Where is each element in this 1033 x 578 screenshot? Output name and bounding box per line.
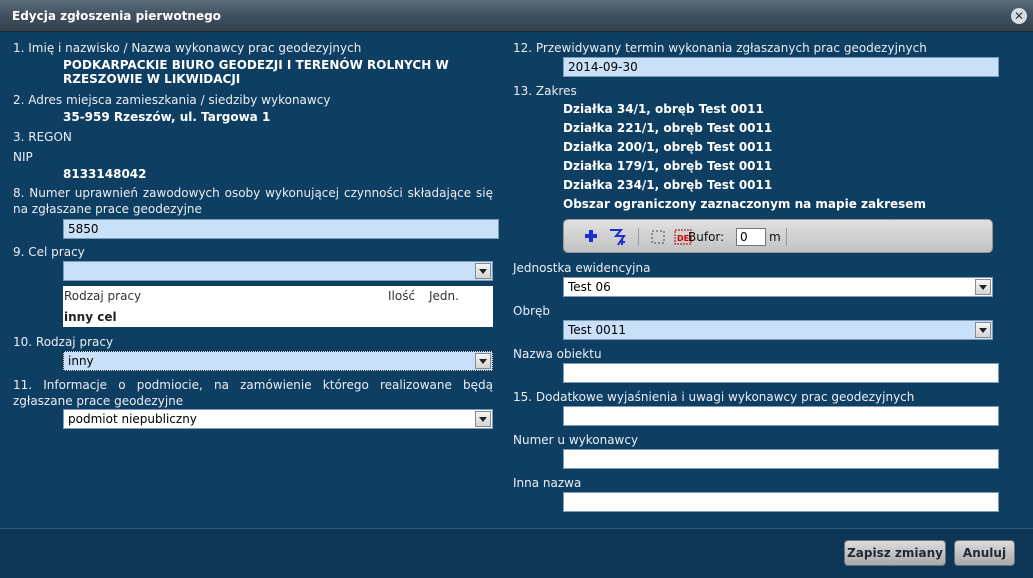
nip-label: NIP — [13, 150, 33, 164]
client-type-value: podmiot niepubliczny — [68, 412, 197, 426]
regon-label: 3. REGON — [13, 130, 72, 144]
other-name-input[interactable] — [563, 492, 999, 512]
column-header-quantity: Ilość — [388, 289, 416, 303]
draw-polygon-icon[interactable] — [606, 225, 630, 252]
object-name-label: Nazwa obiektu — [513, 347, 602, 361]
add-plus-icon[interactable] — [584, 229, 598, 246]
chevron-down-icon[interactable] — [475, 263, 491, 279]
due-date-label: 12. Przewidywany termin wykonania zgłasz… — [513, 41, 927, 55]
contractor-name-value: PODKARPACKIE BIURO GEODEZJI I TERENÓW RO… — [63, 58, 449, 86]
window-title: Edycja zgłoszenia pierwotnego — [12, 9, 221, 23]
map-scope-toolbar: DEL Bufor: 0 m — [563, 219, 993, 253]
registry-unit-select[interactable]: Test 06 — [563, 277, 993, 297]
client-info-label: 11. Informacje o podmiocie, na zamówieni… — [13, 378, 493, 408]
scope-item: Działka 234/1, obręb Test 0011 — [563, 178, 773, 192]
buffer-unit: m — [769, 230, 781, 244]
work-purpose-select[interactable] — [63, 261, 493, 281]
cancel-button[interactable]: Anuluj — [954, 540, 1015, 566]
window-titlebar: Edycja zgłoszenia pierwotnego ✕ — [0, 0, 1033, 32]
column-header-unit: Jedn. — [429, 289, 459, 303]
select-rectangle-icon[interactable] — [651, 230, 665, 247]
registry-unit-value: Test 06 — [568, 280, 611, 294]
precinct-label: Obręb — [513, 304, 550, 318]
nip-value: 8133148042 — [63, 167, 147, 181]
scope-item: Działka 200/1, obręb Test 0011 — [563, 140, 773, 154]
scope-item: Działka 221/1, obręb Test 0011 — [563, 121, 773, 135]
client-type-select[interactable]: podmiot niepubliczny — [63, 409, 493, 429]
work-type-label: 10. Rodzaj pracy — [13, 335, 114, 349]
contractor-number-input[interactable] — [563, 449, 999, 469]
chevron-down-icon[interactable] — [475, 411, 491, 427]
contractor-name-label: 1. Imię i nazwisko / Nazwa wykonawcy pra… — [13, 41, 362, 55]
work-type-table: Rodzaj pracy Ilość Jedn. inny cel — [63, 286, 493, 327]
due-date-input[interactable]: 2014-09-30 — [563, 57, 999, 77]
scope-item: Działka 34/1, obręb Test 0011 — [563, 102, 764, 116]
scope-label: 13. Zakres — [513, 84, 577, 98]
object-name-input[interactable] — [563, 363, 999, 383]
license-number-input[interactable]: 5850 — [63, 219, 499, 239]
additional-notes-input[interactable] — [563, 406, 999, 426]
chevron-down-icon[interactable] — [975, 279, 991, 295]
precinct-select[interactable]: Test 0011 — [563, 320, 993, 340]
buffer-input[interactable]: 0 — [736, 228, 766, 246]
work-purpose-label: 9. Cel pracy — [13, 245, 85, 259]
contractor-number-label: Numer u wykonawcy — [513, 433, 639, 447]
other-name-label: Inna nazwa — [513, 476, 582, 490]
precinct-value: Test 0011 — [568, 323, 626, 337]
save-changes-button[interactable]: Zapisz zmiany — [844, 540, 946, 566]
column-header-work-type: Rodzaj pracy — [64, 289, 142, 303]
toolbar-divider — [638, 228, 639, 246]
additional-notes-label: 15. Dodatkowe wyjaśnienia i uwagi wykona… — [513, 390, 915, 404]
registry-unit-label: Jednostka ewidencyjna — [513, 261, 651, 275]
work-type-select[interactable]: inny — [63, 351, 493, 371]
toolbar-divider — [786, 228, 787, 246]
work-type-value: inny — [68, 354, 94, 368]
contractor-address-label: 2. Adres miejsca zamieszkania / siedziby… — [13, 93, 331, 107]
chevron-down-icon[interactable] — [475, 353, 491, 369]
contractor-address-value: 35-959 Rzeszów, ul. Targowa 1 — [63, 110, 271, 124]
license-number-label: 8. Numer uprawnień zawodowych osoby wyko… — [13, 186, 493, 216]
scope-area-item: Obszar ograniczony zaznaczonym na mapie … — [563, 197, 926, 211]
chevron-down-icon[interactable] — [975, 322, 991, 338]
table-row[interactable]: inny cel — [64, 310, 117, 324]
close-icon[interactable]: ✕ — [1011, 8, 1027, 24]
buffer-label: Bufor: — [688, 230, 725, 244]
scope-item: Działka 179/1, obręb Test 0011 — [563, 159, 773, 173]
